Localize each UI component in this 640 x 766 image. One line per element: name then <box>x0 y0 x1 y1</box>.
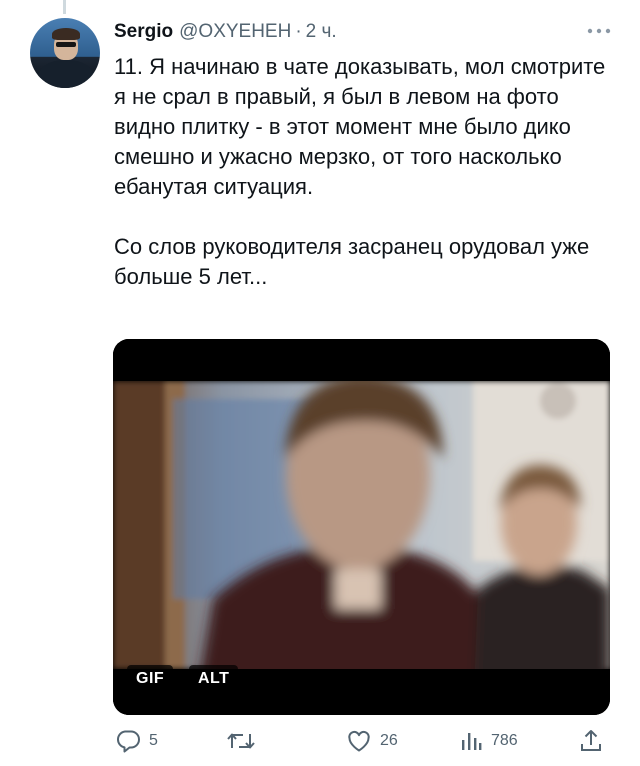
author-name[interactable]: Sergio <box>114 21 173 43</box>
gif-badge: GIF <box>127 665 174 693</box>
tweet-text: 11. Я начинаю в чате доказывать, мол смо… <box>114 54 606 289</box>
alt-badge[interactable]: ALT <box>189 665 239 693</box>
tweet-timestamp[interactable]: 2 ч. <box>306 21 337 43</box>
bar-chart-icon <box>462 733 482 750</box>
thread-connector-line <box>63 0 66 14</box>
avatar[interactable] <box>30 18 100 88</box>
views-button[interactable]: 786 <box>459 726 518 756</box>
repost-button[interactable] <box>226 726 264 756</box>
gif-frame-image <box>113 339 610 715</box>
action-bar: 5 26 786 <box>113 726 610 756</box>
more-horizontal-icon[interactable] <box>582 18 616 44</box>
repost-arrows-icon <box>227 733 255 749</box>
share-upload-icon <box>581 730 601 751</box>
avatar-torso <box>38 60 94 88</box>
author-handle[interactable]: @OXYEHEH <box>179 21 291 43</box>
like-button[interactable]: 26 <box>346 726 398 756</box>
views-count: 786 <box>491 732 518 749</box>
share-button[interactable] <box>579 726 603 756</box>
avatar-hair <box>52 28 80 40</box>
tweet-header: Sergio @OXYEHEH · 2 ч. <box>114 18 337 46</box>
gif-media[interactable]: GIF ALT <box>113 339 610 715</box>
header-separator: · <box>295 21 302 42</box>
reply-count: 5 <box>149 732 158 749</box>
reply-bubble-icon <box>116 730 140 753</box>
heart-icon <box>348 730 370 752</box>
reply-button[interactable]: 5 <box>115 726 158 756</box>
like-count: 26 <box>380 732 398 749</box>
avatar-sunglasses <box>56 42 76 47</box>
